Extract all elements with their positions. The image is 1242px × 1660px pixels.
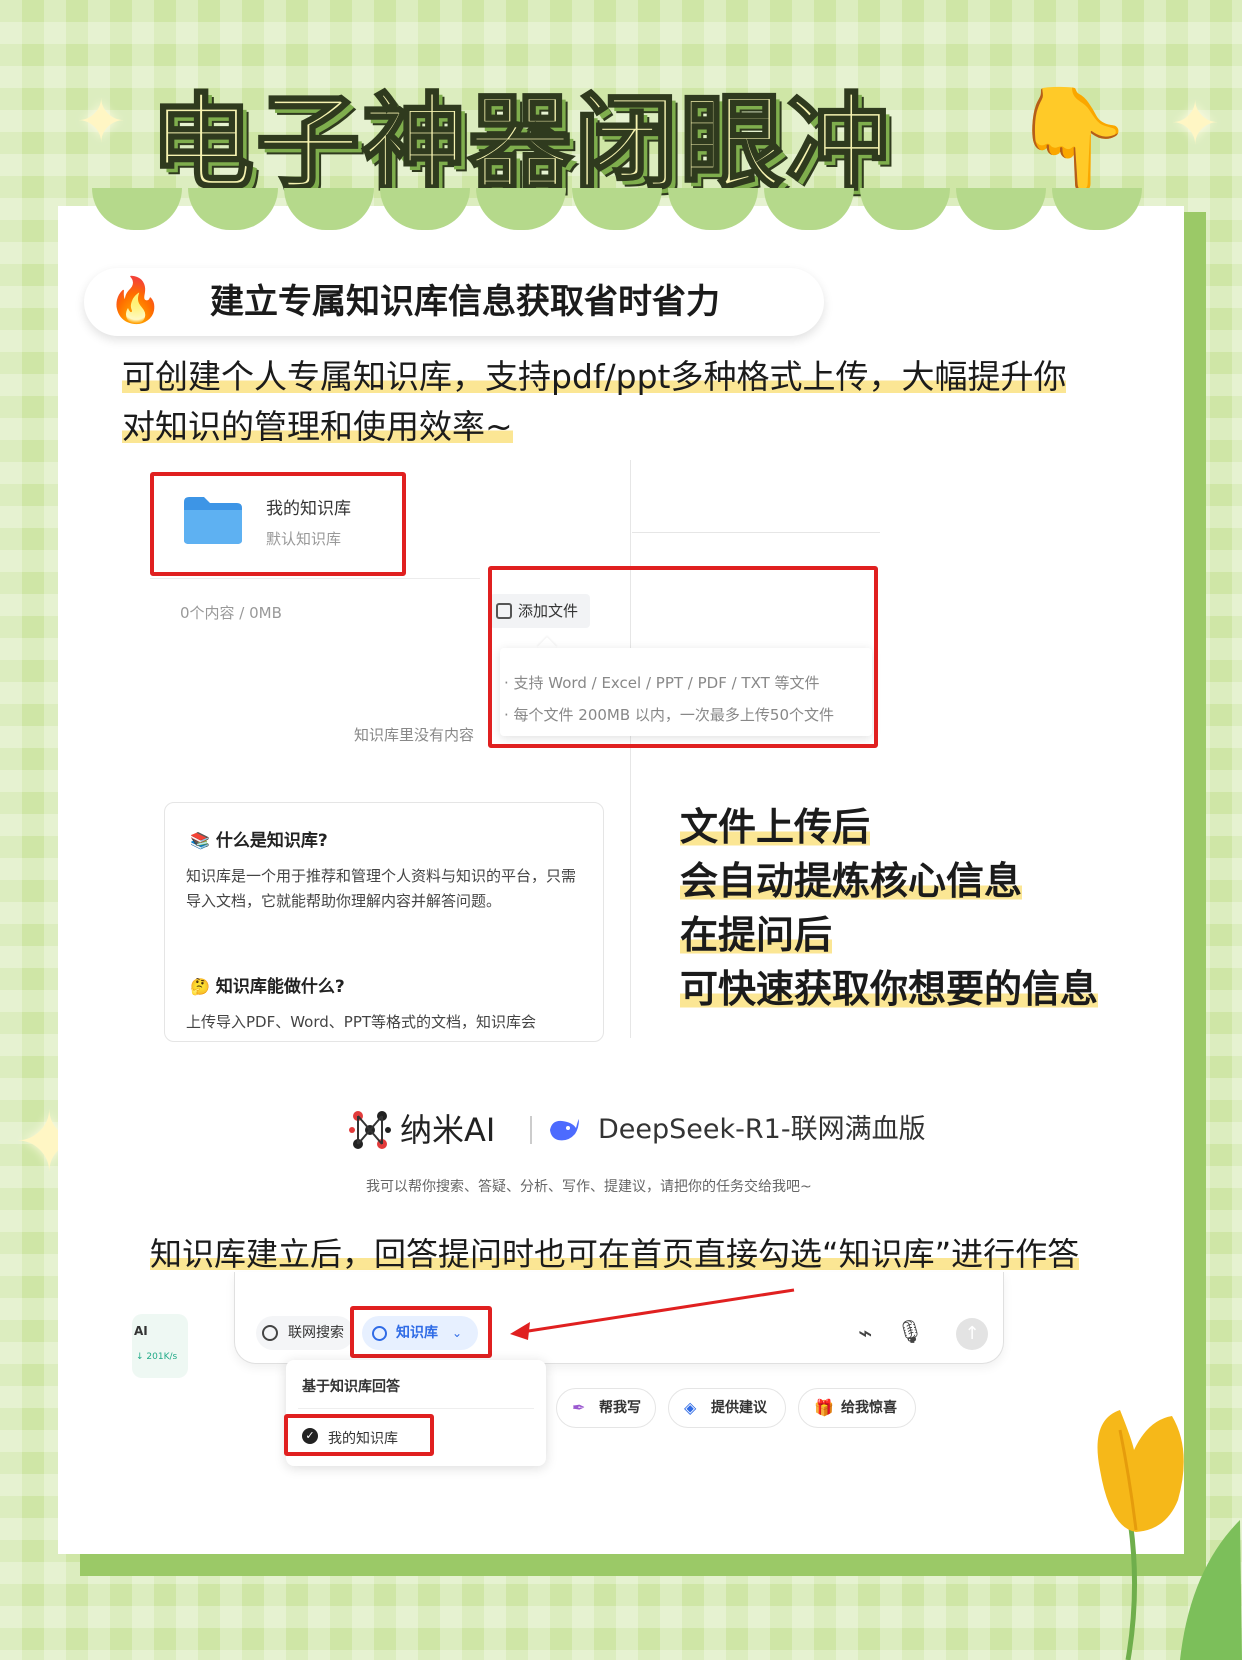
sparkle-icon: ✦ [76, 87, 127, 157]
tulip-icon [1097, 1410, 1242, 1660]
brand-name: 纳米AI [400, 1111, 496, 1149]
divider [632, 532, 880, 533]
gift-icon: 🎁 [814, 1398, 834, 1417]
faq-question-text: 什么是知识库? [215, 831, 328, 851]
send-button[interactable]: ↑ [956, 1318, 988, 1350]
globe-icon [262, 1325, 278, 1341]
side-label: AI [134, 1324, 148, 1338]
annotation-box [350, 1306, 492, 1358]
intro-text: 可创建个人专属知识库，支持pdf/ppt多种格式上传，大幅提升你 对知识的管理和… [122, 352, 1172, 452]
divider [150, 578, 480, 579]
paperclip-icon[interactable]: ⌁ [858, 1318, 872, 1348]
sparkle-icon: ✦ [1170, 89, 1221, 159]
nano-ai-logo-icon [349, 1111, 391, 1149]
pen-icon: ✒ [572, 1398, 586, 1417]
dropdown-title: 基于知识库回答 [302, 1379, 400, 1395]
annotation-box [150, 472, 406, 576]
model-name: DeepSeek-R1-联网满血版 [598, 1114, 926, 1145]
intro-line-2: 对知识的管理和使用效率~ [122, 407, 513, 446]
feature-text: 可快速获取你想要的信息 [680, 967, 1099, 1011]
microphone-icon[interactable]: 🎙 [896, 1318, 924, 1348]
pointing-hand-icon: 👇 [1010, 80, 1135, 197]
brand-description: 我可以帮你搜索、答疑、分析、写作、提建议，请把你的任务交给我吧~ [366, 1179, 812, 1195]
kb-counts: 0个内容 / 0MB [180, 604, 282, 622]
annotation-box [488, 566, 878, 748]
divider [530, 1116, 532, 1144]
feature-line: 可快速获取你想要的信息 [680, 964, 1099, 1014]
faq-question: 🤔 知识库能做什么? [190, 972, 345, 997]
fire-icon: 🔥 [108, 275, 163, 326]
faq-question: 📚 什么是知识库? [190, 826, 328, 851]
divider [298, 1408, 534, 1409]
feature-line: 文件上传后 [680, 802, 871, 852]
books-icon: 📚 [190, 831, 210, 850]
feature-text: 文件上传后 [680, 805, 871, 849]
empty-state-text: 知识库里没有内容 [354, 726, 475, 744]
feature-text: 在提问后 [680, 913, 833, 957]
divider [630, 460, 631, 1038]
thinking-face-icon: 🤔 [190, 977, 210, 996]
scalloped-edge [92, 188, 1152, 230]
feature-line: 在提问后 [680, 910, 833, 960]
faq-question-text: 知识库能做什么? [215, 977, 345, 997]
deepseek-whale-icon [550, 1119, 579, 1141]
feature-text: 会自动提炼核心信息 [680, 859, 1023, 903]
faq-answer: 上传导入PDF、Word、PPT等格式的文档，知识库会 [186, 1013, 537, 1031]
faq-answer: 知识库是一个用于推荐和管理个人资料与知识的平台，只需导入文档，它就能帮助你理解内… [186, 867, 577, 910]
layers-icon: ◈ [684, 1398, 697, 1417]
annotation-arrow [510, 1288, 795, 1340]
note-highlight: 知识库建立后，回答提问时也可在首页直接勾选“知识库”进行作答 [150, 1235, 1080, 1273]
suggestion-help-write[interactable]: 帮我写 [556, 1388, 656, 1428]
feature-line: 会自动提炼核心信息 [680, 856, 1023, 906]
intro-line-1: 可创建个人专属知识库，支持pdf/ppt多种格式上传，大幅提升你 [122, 357, 1067, 396]
side-speed: ↓ 201K/s [136, 1352, 178, 1362]
section-title: 建立专属知识库信息获取省时省力 [210, 282, 720, 322]
annotation-box [284, 1414, 434, 1456]
